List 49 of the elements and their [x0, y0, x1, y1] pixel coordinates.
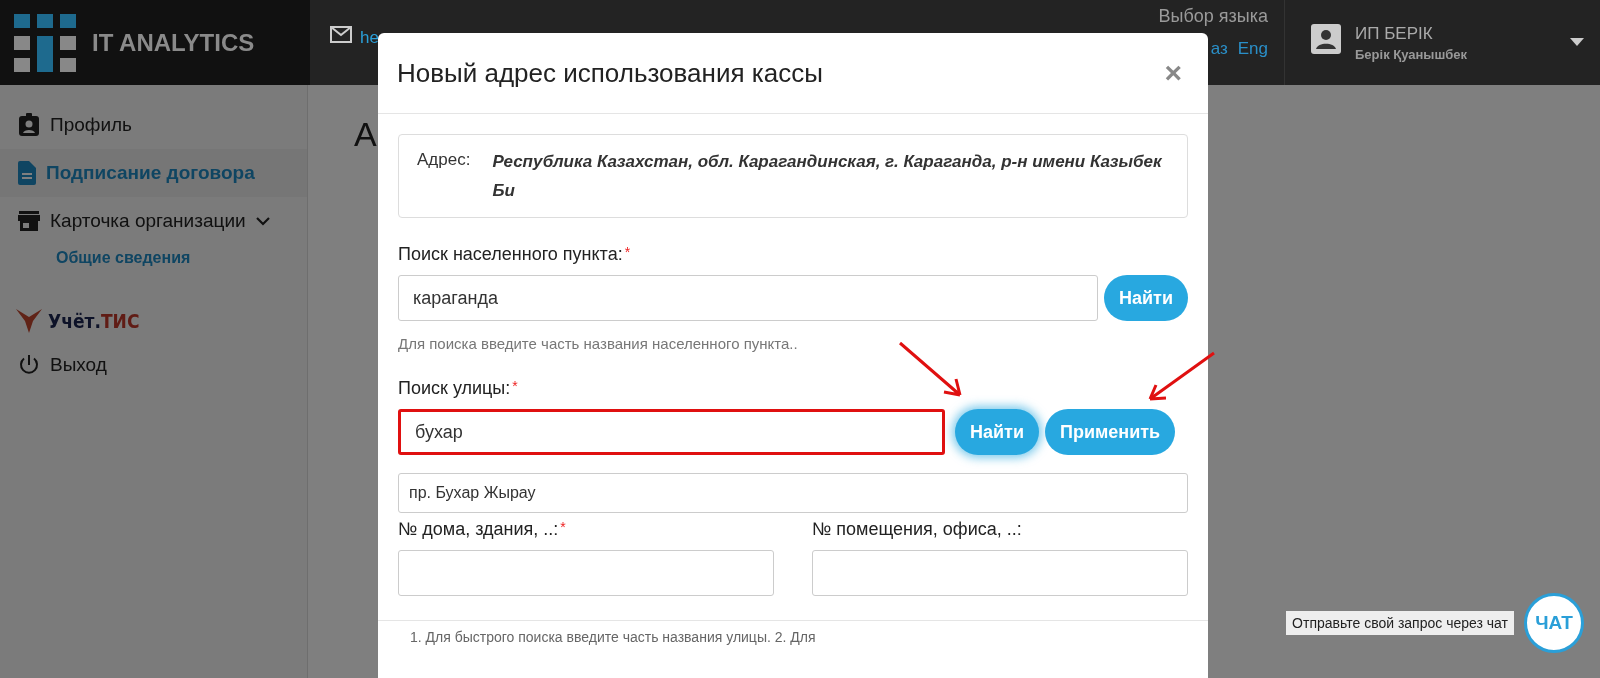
brand-logo-text: Учёт.ТИС [48, 310, 140, 332]
field-label: № помещения, офиса, ..: [812, 519, 1022, 540]
hint-text: Для поиска введите часть названия населенного пункта.. [398, 335, 799, 352]
search-field[interactable]: бухар [398, 409, 945, 455]
close-button[interactable]: × [1160, 56, 1186, 90]
page-heading: А [354, 115, 377, 153]
language-option[interactable]: Eng [1237, 39, 1268, 59]
address-label: Адрес: [417, 149, 471, 171]
user-icon [1311, 24, 1341, 54]
search-field[interactable]: караганда [398, 275, 1099, 321]
logo-text: IT ANALYTICS [92, 28, 255, 57]
sidebar-subitem[interactable]: Общие сведения [0, 245, 307, 289]
caret-icon[interactable] [1570, 38, 1584, 46]
input-field[interactable] [812, 550, 1188, 596]
sidebar-item[interactable]: Выход [0, 341, 307, 389]
required-mark: * [560, 519, 566, 537]
field-label: Поиск населенного пункта: [398, 244, 623, 265]
store-icon [18, 211, 40, 231]
input-field[interactable] [398, 550, 774, 596]
street-result-field[interactable]: пр. Бухар Жырау [398, 473, 1188, 513]
power-icon [18, 354, 40, 376]
pointer-arrow [1148, 351, 1216, 401]
search-button[interactable]: Найти [1104, 275, 1188, 321]
user-fullname: Берік Қуанышбек [1355, 47, 1469, 62]
brand-logo-icon [16, 309, 42, 333]
sidebar-item[interactable]: Карточка организации [0, 197, 307, 245]
language-label: Выбор языка [1158, 6, 1268, 27]
user-name: ИП БЕРІК [1355, 24, 1434, 44]
language-option[interactable]: аз [1210, 39, 1228, 59]
help-note: 1. Для быстрого поиска введите часть названия улицы. 2. Для [410, 629, 816, 645]
required-mark: * [512, 378, 518, 396]
search-button[interactable]: Найти [955, 409, 1039, 455]
pointer-arrow [898, 341, 962, 397]
chat-button[interactable]: ЧАТ [1524, 593, 1584, 653]
mail-icon [330, 26, 352, 43]
field-label: Поиск улицы: [398, 378, 511, 399]
sidebar-item[interactable]: Профиль [0, 101, 307, 149]
chat-prompt: Отправьте свой запрос через чат [1286, 611, 1514, 635]
field-label: № дома, здания, ..: [398, 519, 559, 540]
search-button[interactable]: Применить [1044, 409, 1176, 455]
sidebar-item[interactable]: Подписание договора [0, 149, 307, 197]
id-badge-icon [18, 113, 40, 137]
document-icon [18, 161, 36, 185]
modal-title: Новый адрес использования кассы [397, 57, 823, 89]
address-value: Республика Казахстан, обл. Карагандинская, г. Караганда, р-н имени Казыбек Би [492, 151, 1163, 202]
logo-icon [14, 13, 76, 72]
chevron-icon [255, 216, 270, 226]
email-link[interactable]: he [360, 28, 379, 48]
required-mark: * [624, 244, 631, 262]
